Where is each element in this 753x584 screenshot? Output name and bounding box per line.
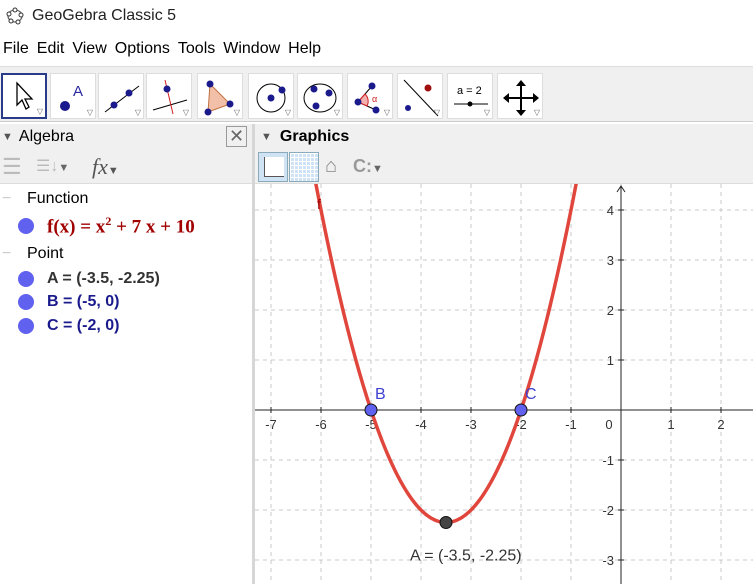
menu-file[interactable]: File [0,38,32,64]
move-graphics-tool[interactable]: ▽ [497,73,543,119]
move-tool[interactable]: ▽ [1,73,47,119]
y-tick-label: 4 [607,203,614,218]
list-item[interactable]: A = (-3.5, -2.25) [0,268,252,290]
y-tick-label: 1 [607,353,614,368]
point-capturing-icon[interactable]: C:▼ [353,156,383,177]
point-label: B [375,386,386,403]
y-tick-label: -2 [602,503,614,518]
visibility-toggle[interactable] [18,218,34,234]
menu-help[interactable]: Help [285,38,324,64]
graphics-view[interactable]: -7 -6 -5 -4 -3 -2 -1 0 1 24321-1-2-3fA = (-3.5, -… [255,184,753,584]
visibility-toggle[interactable] [18,271,34,287]
x-tick-label: -6 [315,417,327,432]
visibility-toggle[interactable] [18,318,34,334]
function-label: f [317,196,321,212]
window-title: GeoGebra Classic 5 [32,7,177,24]
home-icon[interactable]: ⌂ [325,155,337,178]
graphics-title: Graphics [279,128,350,145]
menu-bar: File Edit View Options Tools Window Help [0,38,326,64]
algebra-view: − Function f(x) = x2 + 7 x + 10 − Point A … [0,184,252,584]
grid-toggle-icon[interactable] [289,152,319,182]
geogebra-logo-icon [6,7,24,25]
visibility-toggle[interactable] [18,294,34,310]
sort-icon[interactable]: ☰↓▼ [36,156,69,176]
collapse-triangle-icon[interactable]: ▼ [2,131,13,143]
x-tick-label: 2 [717,417,724,432]
x-tick-label: -1 [565,417,577,432]
reflect-tool[interactable]: ▽ [397,73,443,119]
graphics-header: ▼ Graphics [255,124,753,150]
y-tick-label: 3 [607,253,614,268]
svg-text:A: A [73,83,83,100]
line-tool[interactable]: ▽ [98,73,144,119]
point-tool[interactable]: A ▽ [50,73,96,119]
x-tick-label: 0 [605,417,612,432]
y-tick-label: -1 [602,453,614,468]
perpendicular-line-tool[interactable]: ▽ [146,73,192,119]
menu-edit[interactable]: Edit [34,38,68,64]
conic-tool[interactable]: ▽ [297,73,343,119]
angle-tool[interactable]: α ▽ [347,73,393,119]
circle-tool[interactable]: ▽ [248,73,294,119]
function-definition: f(x) = x2 + 7 x + 10 [47,213,195,238]
slider-tool[interactable]: a = 2 ▽ [447,73,493,119]
polygon-tool[interactable]: ▽ [197,73,243,119]
collapse-triangle-icon[interactable]: ▼ [261,131,272,143]
point-A [439,516,453,529]
svg-text:α: α [372,94,377,104]
fx-icon[interactable]: fx▼ [92,154,119,180]
x-tick-label: -7 [265,417,277,432]
menu-window[interactable]: Window [220,38,283,64]
x-tick-label: 1 [667,417,674,432]
x-tick-label: -4 [415,417,427,432]
menu-tools[interactable]: Tools [175,38,218,64]
list-item[interactable]: f(x) = x2 + 7 x + 10 [0,213,252,238]
description-menu-icon[interactable]: ☰ [2,154,22,180]
y-tick-label: -3 [602,553,614,568]
y-tick-label: 2 [607,303,614,318]
point-C [514,403,528,417]
list-item[interactable]: B = (-5, 0) [0,291,252,313]
list-item[interactable]: C = (-2, 0) [0,315,252,337]
algebra-header: ▼ Algebra ✕ [0,124,252,150]
point-label: C [525,386,537,403]
graphics-subtoolbar: ⌂ C:▼ [255,150,753,184]
close-icon[interactable]: ✕ [226,126,247,147]
algebra-title: Algebra [18,128,75,145]
function-graph [314,184,578,525]
axes-toggle-icon[interactable] [258,152,288,182]
group-label: Point [27,245,64,262]
svg-text:a = 2: a = 2 [457,85,482,97]
point-label: A = (-3.5, -2.25) [410,548,522,565]
point-B [364,403,378,417]
x-tick-label: -3 [465,417,477,432]
algebra-subtoolbar: ☰ ☰↓▼ fx▼ [0,150,252,184]
group-label: Function [27,190,89,207]
menu-options[interactable]: Options [112,38,173,64]
toolbar: ▽ A ▽ ▽ ▽ ▽ ▽ ▽ α ▽ ▽ a = 2 ▽ ▽ [0,66,753,122]
title-bar: GeoGebra Classic 5 [0,0,753,32]
menu-view[interactable]: View [69,38,109,64]
